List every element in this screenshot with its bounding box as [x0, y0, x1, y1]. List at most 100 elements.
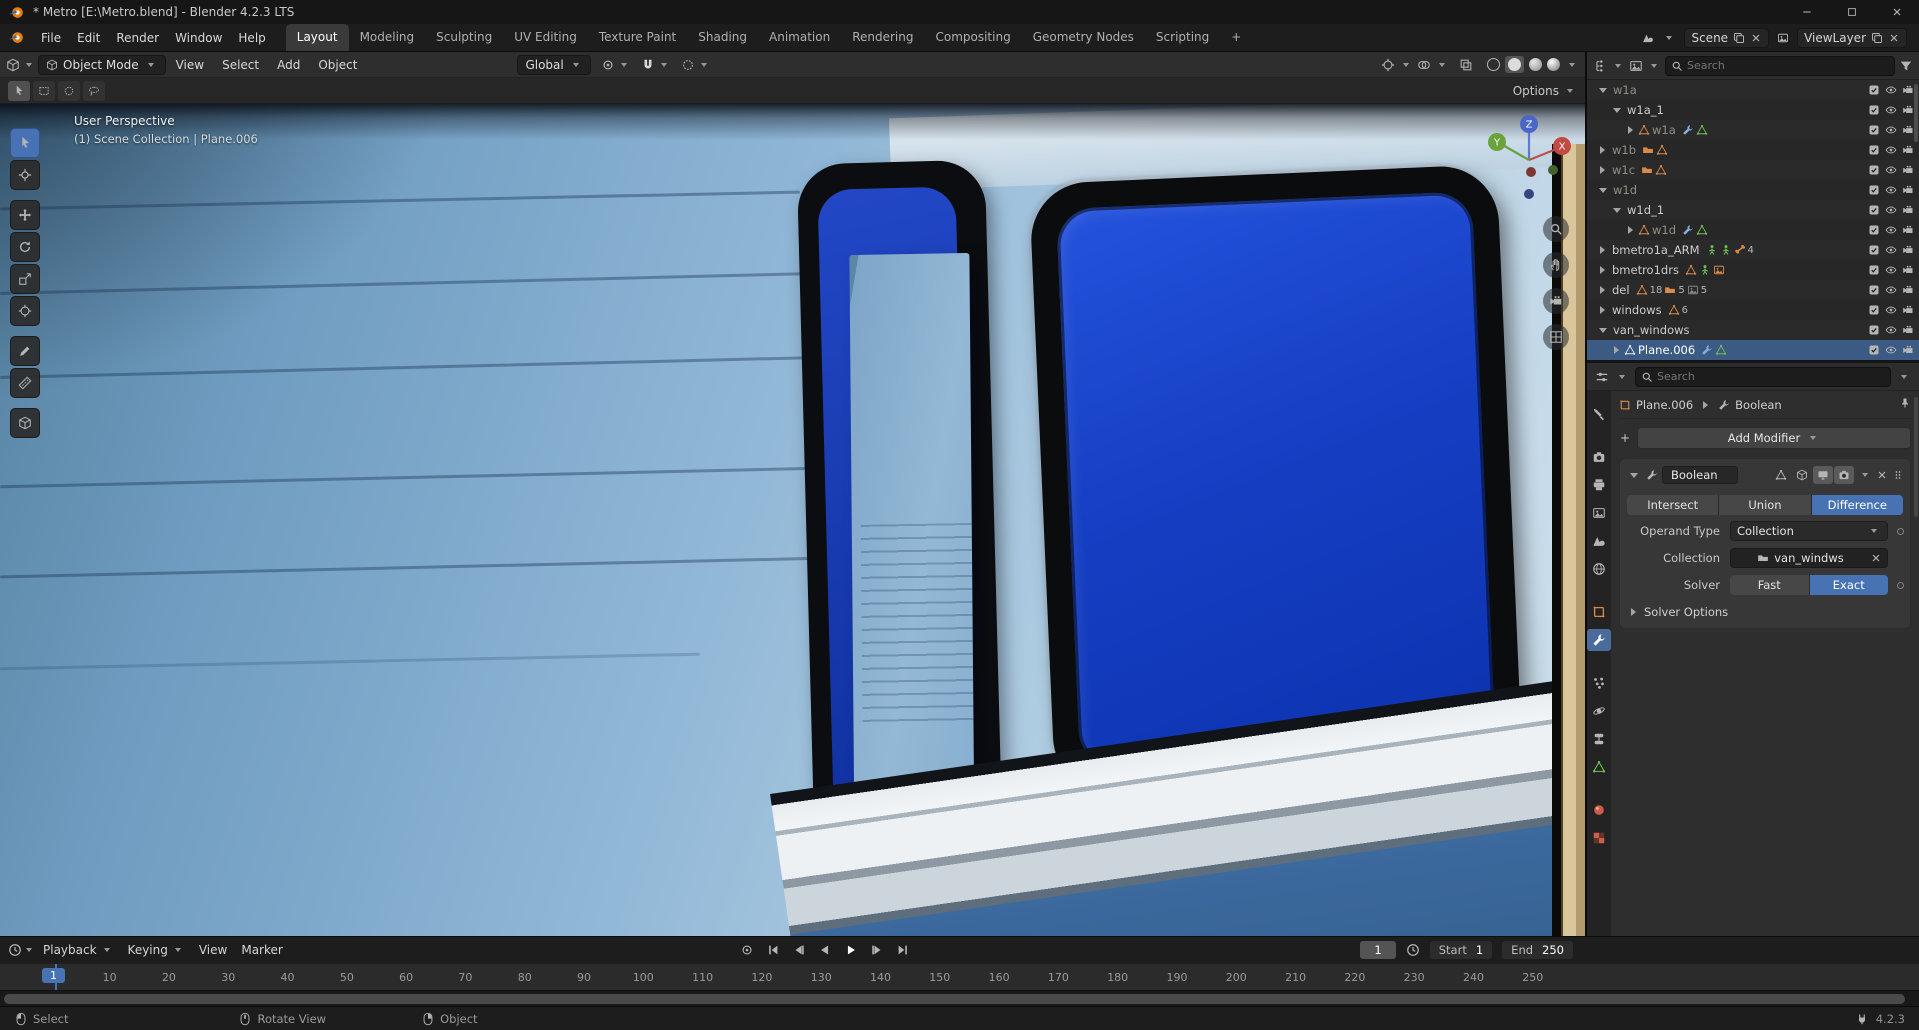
transform-tool[interactable]	[10, 296, 40, 326]
viewlayer-tab[interactable]	[1587, 502, 1611, 524]
outliner-scrollbar[interactable]	[1914, 84, 1918, 142]
chevron-down-icon[interactable]	[1651, 63, 1657, 68]
camera-visibility-icon[interactable]	[1902, 244, 1914, 256]
outliner-row-selected[interactable]: Plane.006	[1587, 340, 1919, 360]
outliner-row[interactable]: bmetro1a_ARM 4	[1587, 240, 1919, 260]
camera-visibility-icon[interactable]	[1902, 344, 1914, 356]
show-overlays-icon[interactable]	[1417, 58, 1431, 72]
keying-menu[interactable]: Keying	[121, 940, 192, 960]
camera-visibility-icon[interactable]	[1902, 224, 1914, 236]
playback-menu[interactable]: Playback	[36, 940, 121, 960]
clock-icon[interactable]	[1406, 943, 1420, 957]
chevron-down-icon[interactable]	[1599, 327, 1607, 333]
pin-icon[interactable]	[1899, 397, 1911, 409]
display-mode-icon[interactable]	[1629, 59, 1643, 73]
eye-icon[interactable]	[1885, 224, 1897, 236]
maximize-button[interactable]	[1829, 0, 1874, 24]
outliner-row[interactable]: w1b	[1587, 140, 1919, 160]
viewlayer-icon[interactable]	[1777, 32, 1789, 44]
options-dropdown[interactable]: Options	[1513, 84, 1577, 98]
outliner-row[interactable]: del 18 5 5	[1587, 280, 1919, 300]
properties-search-input[interactable]	[1657, 370, 1885, 383]
pivot-point-icon[interactable]	[601, 58, 615, 72]
play-button[interactable]	[841, 941, 861, 959]
object-data-tab[interactable]	[1587, 756, 1611, 778]
chevron-right-icon[interactable]	[1600, 246, 1605, 254]
checkbox-icon[interactable]	[1868, 204, 1880, 216]
checkbox-icon[interactable]	[1868, 324, 1880, 336]
camera-visibility-icon[interactable]	[1902, 104, 1914, 116]
start-frame-field[interactable]: Start 1	[1429, 941, 1493, 959]
camera-visibility-icon[interactable]	[1902, 284, 1914, 296]
workspace-tab-shading[interactable]: Shading	[687, 24, 758, 51]
jump-to-end-button[interactable]	[893, 941, 913, 959]
tool-tab[interactable]	[1587, 403, 1611, 425]
viewport-menu-object[interactable]: Object	[310, 55, 365, 75]
solver-options-subpanel[interactable]: Solver Options	[1626, 605, 1904, 619]
add-cube-tool[interactable]	[10, 408, 40, 438]
workspace-tab-uv-editing[interactable]: UV Editing	[503, 24, 588, 51]
select-box-mode[interactable]	[33, 80, 55, 101]
collection-field[interactable]: van_windws	[1730, 548, 1888, 568]
camera-visibility-icon[interactable]	[1902, 204, 1914, 216]
chevron-down-icon[interactable]	[1613, 207, 1621, 213]
chevron-down-icon[interactable]	[1599, 87, 1607, 93]
constraints-tab[interactable]	[1587, 728, 1611, 750]
chevron-down-icon[interactable]	[26, 62, 32, 67]
breadcrumb-modifier[interactable]: Boolean	[1735, 398, 1782, 412]
workspace-tab-rendering[interactable]: Rendering	[841, 24, 924, 51]
outliner-search-input[interactable]	[1687, 59, 1889, 72]
workspace-tab-modeling[interactable]: Modeling	[349, 24, 426, 51]
ortho-toggle-icon[interactable]	[1543, 324, 1569, 350]
workspace-tab-scripting[interactable]: Scripting	[1145, 24, 1220, 51]
outliner-row[interactable]: bmetro1drs	[1587, 260, 1919, 280]
camera-visibility-icon[interactable]	[1902, 124, 1914, 136]
solver-fast-button[interactable]: Fast	[1730, 575, 1809, 595]
checkbox-icon[interactable]	[1868, 264, 1880, 276]
difference-button[interactable]: Difference	[1811, 495, 1903, 515]
outliner-row[interactable]: windows 6	[1587, 300, 1919, 320]
pan-hand-icon[interactable]	[1543, 252, 1569, 278]
timeline-ruler[interactable]: 10 20 30 40 50 60 70 80 90 100 110 120 130 140 150 160 1…	[0, 963, 1919, 990]
outliner-row[interactable]: w1d_1	[1587, 200, 1919, 220]
on-cage-toggle[interactable]	[1771, 466, 1791, 484]
viewport-canvas[interactable]: User Perspective (1) Scene Collection | …	[0, 104, 1585, 936]
chevron-down-icon[interactable]	[26, 948, 32, 952]
checkbox-icon[interactable]	[1868, 144, 1880, 156]
menu-file[interactable]: File	[33, 28, 69, 48]
eye-icon[interactable]	[1885, 84, 1897, 96]
checkbox-icon[interactable]	[1868, 124, 1880, 136]
end-frame-field[interactable]: End 250	[1502, 941, 1573, 959]
viewport-menu-view[interactable]: View	[168, 55, 212, 75]
properties-scrollbar[interactable]	[1914, 397, 1918, 517]
workspace-tab-layout[interactable]: Layout	[285, 24, 349, 51]
eye-icon[interactable]	[1885, 124, 1897, 136]
checkbox-icon[interactable]	[1868, 244, 1880, 256]
eye-icon[interactable]	[1885, 244, 1897, 256]
editor-type-icon[interactable]	[6, 58, 20, 72]
camera-visibility-icon[interactable]	[1902, 324, 1914, 336]
checkbox-icon[interactable]	[1868, 184, 1880, 196]
chevron-down-icon[interactable]	[1569, 62, 1575, 67]
intersect-button[interactable]: Intersect	[1627, 495, 1719, 515]
eye-icon[interactable]	[1885, 324, 1897, 336]
scene-selector[interactable]: Scene	[1684, 27, 1770, 48]
outliner-row[interactable]: van_windows	[1587, 320, 1919, 340]
output-tab[interactable]	[1587, 474, 1611, 496]
outliner-search[interactable]	[1665, 55, 1895, 76]
camera-visibility-icon[interactable]	[1902, 84, 1914, 96]
annotate-tool[interactable]	[10, 336, 40, 366]
timeline-editor-icon[interactable]	[8, 943, 22, 957]
properties-editor-icon[interactable]	[1595, 370, 1609, 384]
measure-tool[interactable]	[10, 368, 40, 398]
scene-browse-icon[interactable]	[1642, 32, 1654, 44]
modifiers-tab[interactable]	[1587, 629, 1611, 651]
transform-orientation-dropdown[interactable]: Global	[517, 54, 591, 75]
close-modifier-icon[interactable]	[1876, 469, 1888, 481]
realtime-toggle[interactable]	[1813, 466, 1833, 484]
horizontal-scrollbar-thumb[interactable]	[4, 994, 1905, 1004]
outliner-editor-icon[interactable]	[1593, 59, 1607, 73]
add-modifier-button[interactable]: Add Modifier	[1637, 427, 1911, 449]
eye-icon[interactable]	[1885, 144, 1897, 156]
workspace-tab-texture-paint[interactable]: Texture Paint	[588, 24, 687, 51]
